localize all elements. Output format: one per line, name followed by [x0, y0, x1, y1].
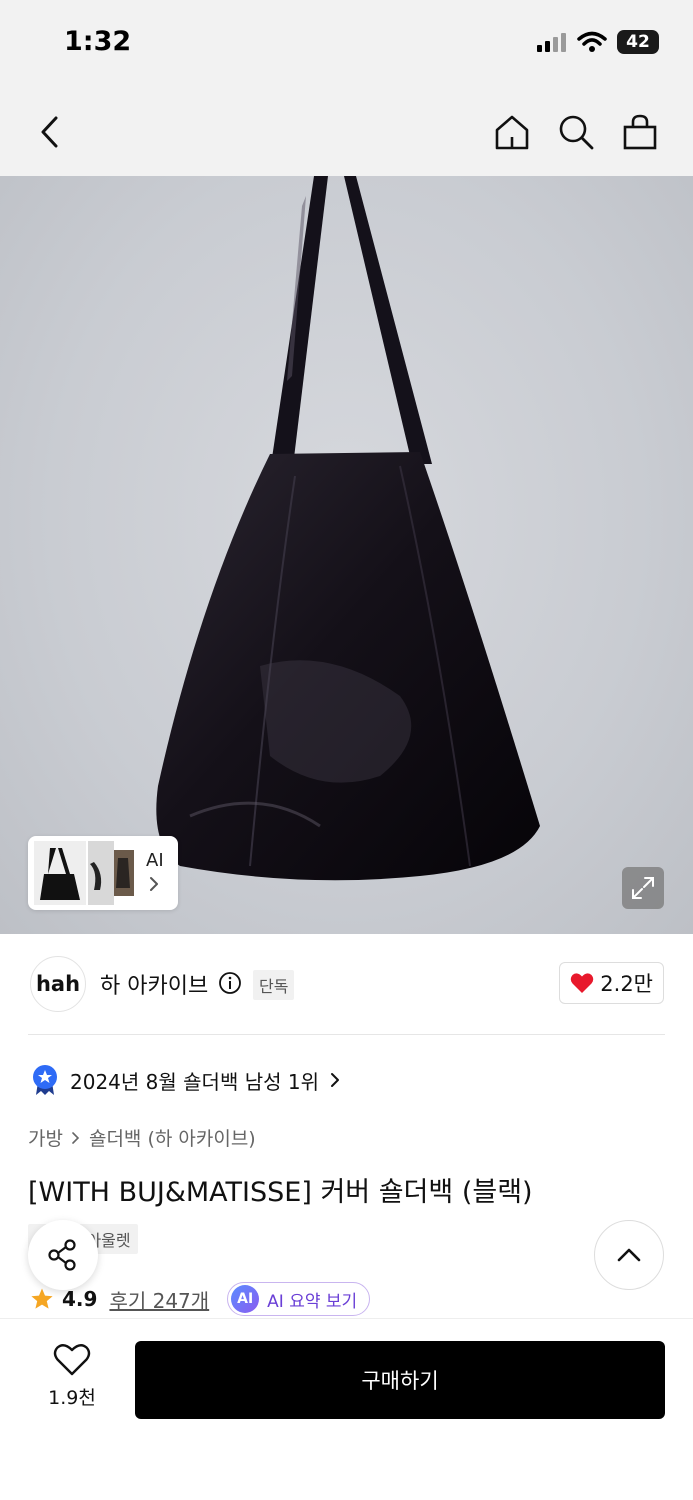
- ai-label: AI: [146, 850, 164, 871]
- expand-icon: [632, 877, 654, 899]
- search-icon: [559, 115, 594, 150]
- divider: [28, 1034, 665, 1035]
- info-icon[interactable]: [218, 971, 242, 995]
- expand-image-button[interactable]: [622, 867, 664, 909]
- cellular-signal-icon: [537, 33, 566, 52]
- ai-summary-button[interactable]: AI AI 요약 보기: [227, 1282, 371, 1316]
- cart-button[interactable]: [616, 108, 664, 156]
- back-button[interactable]: [26, 108, 74, 156]
- share-button[interactable]: [28, 1220, 98, 1290]
- breadcrumb: 가방 숄더백 (하 아카이브): [28, 1124, 256, 1151]
- status-time: 1:32: [64, 26, 132, 57]
- brand-like-button[interactable]: 2.2만: [559, 962, 664, 1004]
- status-bar: 1:32 42: [0, 0, 693, 88]
- home-icon: [495, 115, 529, 150]
- battery-indicator: 42: [617, 30, 659, 54]
- product-image[interactable]: [0, 176, 693, 934]
- ranking-text: 2024년 8월 숄더백 남성 1위: [70, 1069, 319, 1094]
- chevron-left-icon: [41, 116, 58, 148]
- ai-badge-icon: AI: [231, 1285, 260, 1313]
- rating-row: 4.9 후기 247개 AI AI 요약 보기: [30, 1282, 371, 1316]
- top-nav-bar: [0, 88, 693, 176]
- brand-like-count: 2.2만: [600, 972, 653, 996]
- breadcrumb-category[interactable]: 가방: [28, 1124, 63, 1151]
- brand-name[interactable]: 하 아카이브: [100, 968, 208, 1000]
- brand-logo[interactable]: hah: [30, 956, 86, 1012]
- share-icon: [48, 1239, 76, 1271]
- wishlist-button[interactable]: 1.9천: [36, 1343, 108, 1410]
- bag-thumbnail-image: [34, 841, 134, 905]
- ranking-link[interactable]: 2024년 8월 숄더백 남성 1위: [30, 1064, 341, 1096]
- chevron-up-icon: [617, 1248, 641, 1262]
- product-title: [WITH BUJ&MATISSE] 커버 숄더백 (블랙): [28, 1177, 533, 1208]
- reviews-link[interactable]: 후기 247개: [109, 1285, 209, 1314]
- rating-value: 4.9: [62, 1287, 98, 1311]
- status-icons: 42: [537, 30, 659, 54]
- chevron-right-icon: [330, 1073, 339, 1087]
- black-tote-bag-illustration: [156, 176, 540, 881]
- brand-row: hah 하 아카이브 단독 2.2만: [0, 934, 693, 1034]
- breadcrumb-subcategory[interactable]: 숄더백 (하 아카이브): [89, 1124, 256, 1151]
- star-icon: [31, 1288, 53, 1309]
- chevron-right-icon: [72, 1131, 80, 1144]
- ranking-medal-icon: [33, 1065, 57, 1095]
- buy-button[interactable]: 구매하기: [135, 1341, 665, 1419]
- chevron-right-icon: [150, 877, 158, 891]
- heart-filled-icon: [571, 973, 594, 993]
- search-button[interactable]: [552, 108, 600, 156]
- home-button[interactable]: [488, 108, 536, 156]
- heart-outline-icon: [53, 1344, 91, 1376]
- bottom-action-bar: 1.9천 구매하기: [0, 1318, 693, 1500]
- ai-summary-label: AI 요약 보기: [267, 1291, 358, 1312]
- wishlist-count: 1.9천: [48, 1387, 96, 1409]
- scroll-to-top-button[interactable]: [594, 1220, 664, 1290]
- shopping-bag-icon: [623, 114, 657, 150]
- ai-similar-items-card[interactable]: AI: [28, 836, 178, 910]
- wifi-icon: [577, 31, 607, 52]
- exclusive-badge: 단독: [253, 970, 295, 1000]
